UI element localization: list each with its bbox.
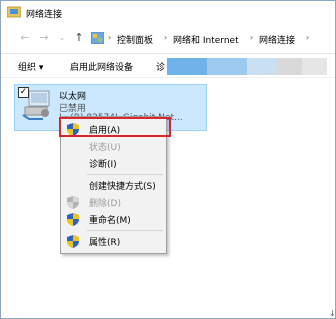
network-folder-icon bbox=[7, 6, 21, 18]
window-title: 网络连接 bbox=[26, 10, 63, 20]
menu-label: 创建快捷方式(S) bbox=[89, 182, 156, 192]
control-panel-icon bbox=[91, 32, 104, 44]
title-bar: 网络连接 bbox=[1, 1, 335, 25]
blur-block bbox=[167, 58, 207, 75]
blur-block bbox=[302, 58, 327, 75]
breadcrumb-separator-icon: › bbox=[108, 33, 112, 42]
toolbar-divider bbox=[1, 77, 335, 78]
item-checkbox[interactable]: ✓ bbox=[18, 87, 29, 98]
scroll-down-icon[interactable]: ↓ bbox=[329, 309, 335, 318]
up-arrow-icon[interactable]: ↑ bbox=[73, 32, 85, 44]
highlight-box bbox=[59, 117, 171, 137]
menu-item-status[interactable]: 状态(U) bbox=[61, 138, 166, 154]
breadcrumb-separator-icon: › bbox=[250, 33, 254, 42]
breadcrumb-network-connections[interactable]: 网络连接 bbox=[259, 33, 295, 46]
blur-block bbox=[207, 58, 247, 75]
network-connections-window: 网络连接 ← → ⌄ ↑ › 控制面板 › 网络和 Internet › 网络连… bbox=[0, 0, 336, 319]
menu-item-delete[interactable]: 删除(D) bbox=[61, 194, 166, 210]
address-divider bbox=[1, 53, 335, 54]
forward-arrow-icon[interactable]: → bbox=[38, 32, 50, 44]
breadcrumb-separator-icon: › bbox=[164, 33, 168, 42]
menu-item-create-shortcut[interactable]: 创建快捷方式(S) bbox=[61, 177, 166, 193]
breadcrumb-separator-icon: › bbox=[306, 33, 310, 42]
menu-label: 删除(D) bbox=[89, 199, 121, 209]
blur-block bbox=[277, 58, 302, 75]
menu-separator bbox=[87, 174, 163, 175]
address-bar: ← → ⌄ ↑ › 控制面板 › 网络和 Internet › 网络连接 › bbox=[1, 29, 335, 49]
menu-item-rename[interactable]: 重命名(M) bbox=[61, 211, 166, 227]
organize-button[interactable]: 组织 ▾ bbox=[18, 60, 43, 73]
menu-label: 诊断(I) bbox=[89, 160, 117, 170]
recent-dropdown-icon[interactable]: ⌄ bbox=[56, 32, 68, 44]
menu-separator bbox=[87, 230, 163, 231]
breadcrumb-network-internet[interactable]: 网络和 Internet bbox=[173, 33, 239, 46]
back-arrow-icon[interactable]: ← bbox=[19, 32, 31, 44]
uac-shield-icon bbox=[67, 235, 79, 248]
uac-shield-icon bbox=[67, 196, 79, 209]
breadcrumb-control-panel[interactable]: 控制面板 bbox=[117, 33, 153, 46]
menu-item-diagnose[interactable]: 诊断(I) bbox=[61, 155, 166, 171]
blur-block bbox=[247, 58, 277, 75]
menu-label: 属性(R) bbox=[89, 238, 121, 248]
uac-shield-icon bbox=[67, 213, 79, 226]
menu-label: 状态(U) bbox=[89, 143, 121, 153]
diagnose-button[interactable]: 诊 bbox=[156, 60, 165, 73]
enable-device-button[interactable]: 启用此网络设备 bbox=[70, 60, 133, 73]
menu-item-properties[interactable]: 属性(R) bbox=[61, 233, 166, 249]
menu-label: 重命名(M) bbox=[89, 216, 131, 226]
